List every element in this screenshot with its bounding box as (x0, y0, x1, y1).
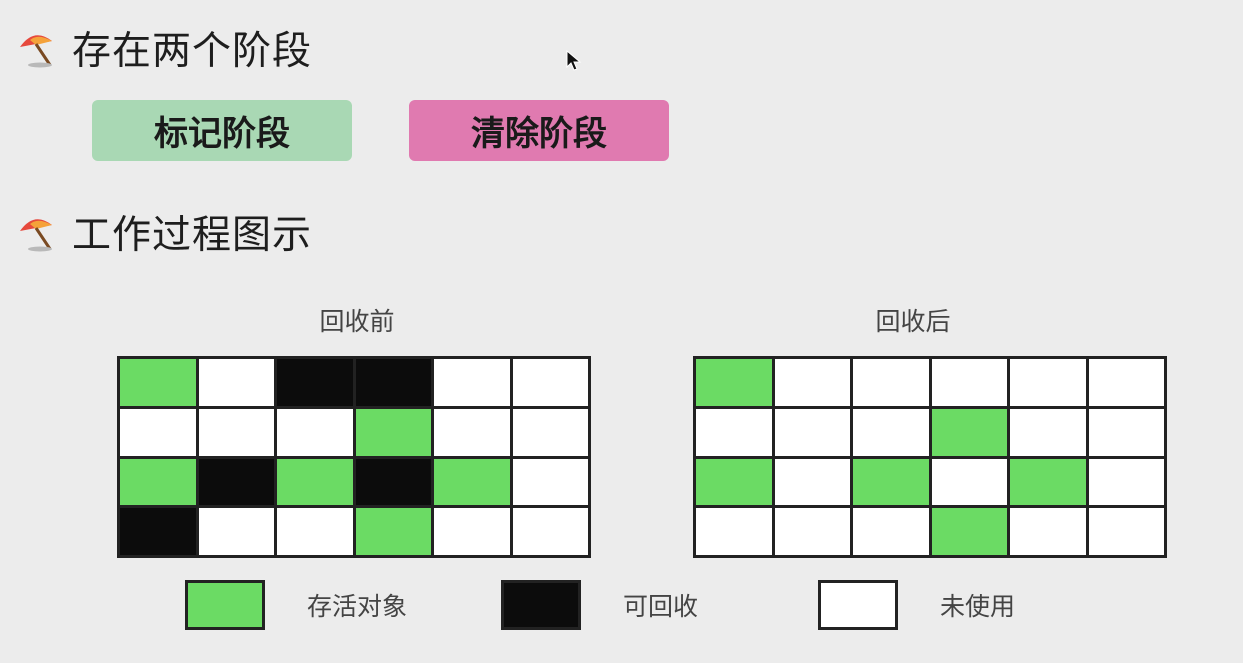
memory-cell-free (1088, 359, 1164, 406)
memory-cell-free (120, 408, 196, 456)
heading-two-phases: 存在两个阶段 (16, 20, 312, 76)
live-swatch (185, 580, 265, 630)
memory-cell-free (434, 408, 510, 456)
memory-cell-live (931, 408, 1007, 456)
memory-cell-free (198, 408, 274, 456)
after-grid-title: 回收后 (875, 307, 951, 336)
memory-cell-free (1010, 408, 1086, 456)
memory-cell-free (277, 508, 353, 555)
memory-grid-before (117, 356, 591, 558)
memory-grid-after (693, 356, 1167, 558)
heading-text: 工作过程图示 (72, 213, 313, 258)
memory-cell-free (1088, 508, 1164, 555)
legend-label: 未使用 (940, 592, 1016, 621)
legend-garbage: 可回收 (501, 580, 698, 630)
memory-cell-live (1010, 458, 1086, 506)
memory-cell-free (853, 508, 929, 555)
memory-cell-live (853, 458, 929, 506)
memory-cell-live (696, 359, 772, 406)
memory-cell-live (120, 458, 196, 506)
memory-cell-free (512, 458, 588, 506)
memory-cell-free (1010, 359, 1086, 406)
memory-cell-live (696, 458, 772, 506)
before-grid-title: 回收前 (319, 307, 395, 336)
memory-cell-free (512, 508, 588, 555)
legend-live: 存活对象 (185, 580, 407, 630)
memory-cell-garbage (198, 458, 274, 506)
memory-cell-free (198, 359, 274, 406)
umbrella-icon (16, 27, 58, 69)
memory-cell-free (512, 408, 588, 456)
umbrella-icon (16, 211, 58, 253)
legend-label: 可回收 (623, 592, 699, 621)
memory-cell-live (931, 508, 1007, 555)
memory-cell-free (434, 359, 510, 406)
mark-phase-box: 标记阶段 (92, 100, 352, 161)
memory-cell-garbage (277, 359, 353, 406)
memory-cell-free (774, 458, 850, 506)
memory-cell-free (853, 359, 929, 406)
memory-cell-garbage (355, 458, 431, 506)
memory-cell-free (931, 458, 1007, 506)
memory-cell-live (355, 508, 431, 555)
memory-cell-free (1088, 458, 1164, 506)
memory-cell-free (774, 408, 850, 456)
memory-cell-free (696, 508, 772, 555)
memory-cell-free (1088, 408, 1164, 456)
memory-cell-live (120, 359, 196, 406)
mouse-cursor-icon (566, 49, 582, 72)
memory-cell-garbage (120, 508, 196, 555)
memory-cell-live (434, 458, 510, 506)
heading-process-diagram: 工作过程图示 (16, 204, 312, 260)
memory-cell-garbage (355, 359, 431, 406)
free-swatch (818, 580, 898, 630)
heading-text: 存在两个阶段 (72, 29, 313, 74)
memory-cell-free (512, 359, 588, 406)
legend-free: 未使用 (818, 580, 1015, 630)
memory-cell-free (277, 408, 353, 456)
memory-cell-free (774, 508, 850, 555)
memory-cell-free (198, 508, 274, 555)
garbage-swatch (501, 580, 581, 630)
memory-cell-free (434, 508, 510, 555)
memory-cell-free (931, 359, 1007, 406)
memory-cell-live (355, 408, 431, 456)
legend-label: 存活对象 (307, 592, 408, 621)
memory-cell-free (774, 359, 850, 406)
memory-cell-free (853, 408, 929, 456)
memory-cell-live (277, 458, 353, 506)
memory-cell-free (1010, 508, 1086, 555)
memory-cell-free (696, 408, 772, 456)
sweep-phase-box: 清除阶段 (409, 100, 669, 161)
